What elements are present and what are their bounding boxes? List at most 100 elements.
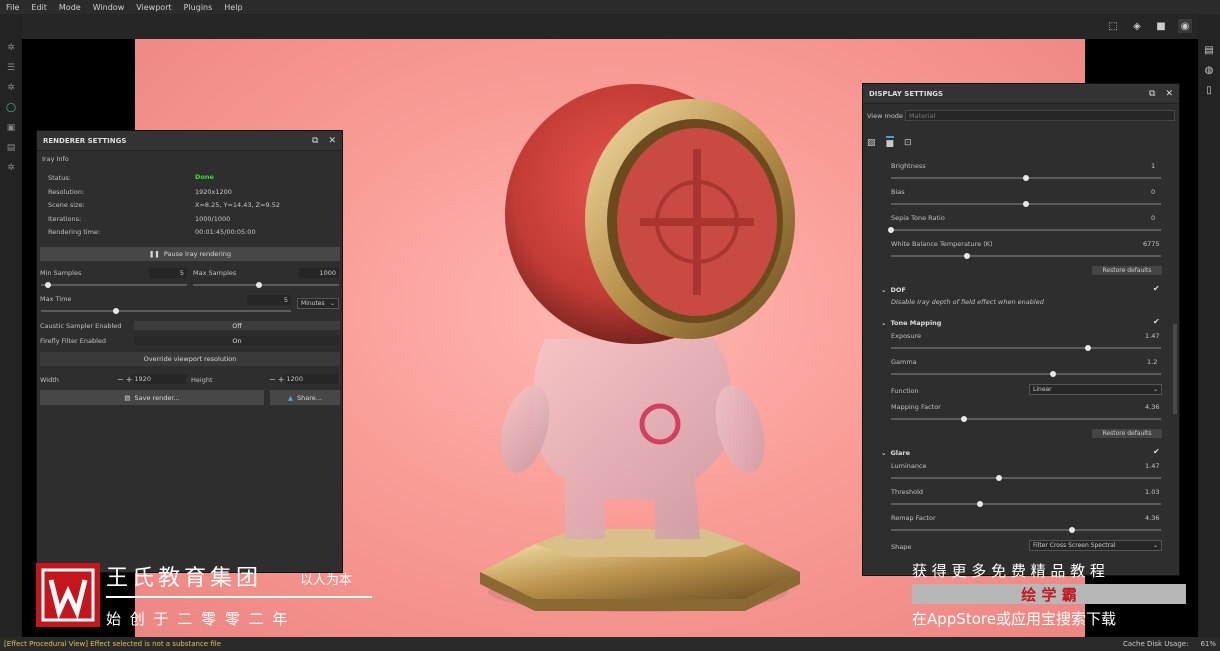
remap-factor-slider[interactable]: [891, 527, 1161, 533]
max-samples-field[interactable]: 1000: [299, 268, 339, 278]
luminance-slider[interactable]: [891, 475, 1161, 481]
dof-checkbox[interactable]: ✔: [1153, 284, 1160, 293]
close-icon[interactable]: ✕: [328, 136, 336, 146]
luminance-label: Luminance: [891, 462, 927, 470]
globe-icon[interactable]: ◍: [1198, 60, 1220, 80]
menu-mode[interactable]: Mode: [53, 3, 87, 12]
panel-list-icon[interactable]: ▤: [1198, 40, 1220, 60]
status-error-message: [Effect Procedural View] Effect selected…: [4, 640, 221, 648]
height-field[interactable]: 1200: [286, 374, 339, 384]
substance-icon[interactable]: ◯: [0, 98, 22, 118]
threshold-knob[interactable]: [977, 501, 984, 507]
renderer-settings-header: RENDERER SETTINGS ⧉ ✕: [37, 131, 342, 151]
save-render-button[interactable]: ▤ Save render...: [40, 390, 264, 405]
max-time-slider[interactable]: [41, 308, 291, 314]
gamma-knob[interactable]: [1050, 371, 1056, 377]
brightness-knob[interactable]: [1023, 175, 1029, 181]
max-time-knob[interactable]: [113, 308, 119, 314]
plus-icon[interactable]: +: [126, 375, 133, 384]
width-stepper[interactable]: − + 1920: [117, 374, 187, 384]
gear-icon[interactable]: ✲: [0, 38, 22, 58]
menu-viewport[interactable]: Viewport: [130, 3, 177, 12]
resolution-label: Resolution:: [48, 188, 85, 196]
scrollbar-thumb[interactable]: [1173, 324, 1177, 414]
close-icon[interactable]: ✕: [1165, 89, 1173, 99]
menu-window[interactable]: Window: [87, 3, 131, 12]
plus-icon[interactable]: +: [278, 375, 285, 384]
undock-icon[interactable]: ⧉: [1149, 89, 1155, 99]
camera-video-icon[interactable]: ■: [1154, 19, 1168, 33]
mapping-factor-knob[interactable]: [960, 416, 967, 422]
minus-icon[interactable]: −: [269, 375, 276, 384]
restore-defaults-button[interactable]: Restore defaults: [1092, 266, 1162, 275]
function-value: Linear: [1033, 386, 1052, 393]
firefly-toggle[interactable]: On: [134, 336, 340, 345]
bias-slider[interactable]: [891, 201, 1161, 207]
override-resolution-button[interactable]: Override viewport resolution: [40, 352, 340, 366]
min-samples-knob[interactable]: [45, 282, 52, 288]
exposure-label: Exposure: [891, 332, 922, 340]
dof-section[interactable]: ⌄ DOF: [881, 286, 906, 294]
max-time-field[interactable]: 5: [247, 295, 291, 305]
min-samples-field[interactable]: 5: [149, 268, 187, 278]
gamma-slider[interactable]: [891, 371, 1161, 377]
document-icon[interactable]: ▤: [0, 138, 22, 158]
luminance-knob[interactable]: [996, 475, 1002, 481]
crop-icon[interactable]: ⊡: [904, 138, 912, 148]
share-button[interactable]: ▲ Share...: [270, 390, 340, 405]
min-samples-slider[interactable]: [41, 282, 187, 288]
sepia-slider[interactable]: [888, 227, 1161, 233]
tone-mapping-checkbox[interactable]: ✔: [1153, 317, 1160, 326]
exposure-knob[interactable]: [1085, 345, 1092, 351]
max-samples-knob[interactable]: [255, 282, 262, 288]
bias-knob[interactable]: [1023, 201, 1029, 207]
glare-section[interactable]: ⌄ Glare: [881, 449, 910, 457]
iterations-label: Iterations:: [48, 215, 82, 223]
glare-checkbox[interactable]: ✔: [1153, 447, 1160, 456]
camera-icon[interactable]: ■: [885, 136, 895, 149]
settings-icon[interactable]: ✲: [0, 78, 22, 98]
minus-icon[interactable]: −: [117, 375, 124, 384]
layers-icon[interactable]: ☰: [0, 58, 22, 78]
company-name: 王氏教育集团: [106, 566, 263, 591]
screenshot-camera-icon[interactable]: ◉: [1178, 19, 1192, 33]
sepia-knob[interactable]: [888, 227, 894, 233]
menu-edit[interactable]: Edit: [25, 3, 53, 12]
save-icon: ▤: [124, 393, 131, 402]
threshold-slider[interactable]: [891, 501, 1161, 507]
bias-value: 0: [1151, 188, 1156, 196]
tone-mapping-section[interactable]: ⌄ Tone Mapping: [881, 319, 941, 327]
menu-plugins[interactable]: Plugins: [178, 3, 219, 12]
time-unit-select[interactable]: Minutes ⌄: [297, 298, 339, 309]
function-select[interactable]: Linear ⌄: [1029, 384, 1162, 395]
remap-factor-knob[interactable]: [1068, 527, 1075, 533]
environment-image-icon[interactable]: ▨: [867, 138, 876, 148]
notes-icon[interactable]: ▯: [1198, 80, 1220, 100]
cube-icon[interactable]: ◈: [1130, 19, 1144, 33]
menu-file[interactable]: File: [0, 3, 25, 12]
max-samples-slider[interactable]: [193, 282, 339, 288]
width-field[interactable]: 1920: [134, 374, 187, 384]
exposure-slider[interactable]: [891, 345, 1161, 351]
mapping-factor-slider[interactable]: [891, 416, 1161, 422]
display-settings-panel: DISPLAY SETTINGS ⧉ ✕ View mode Material ▨…: [862, 83, 1180, 576]
menu-help[interactable]: Help: [218, 3, 248, 12]
cog-icon[interactable]: ✲: [0, 158, 22, 178]
restore-defaults-button[interactable]: Restore defaults: [1092, 429, 1162, 438]
white-balance-slider[interactable]: [891, 253, 1161, 259]
shape-select[interactable]: Filter Cross Screen Spectral ⌄: [1029, 540, 1162, 551]
pause-iray-button[interactable]: ❚❚ Pause Iray rendering: [40, 247, 340, 261]
display-settings-header: DISPLAY SETTINGS ⧉ ✕: [863, 84, 1179, 104]
display-settings-title: DISPLAY SETTINGS: [869, 89, 944, 98]
caustic-toggle[interactable]: Off: [134, 321, 340, 330]
view-mode-field[interactable]: Material: [905, 110, 1175, 121]
status-label: Status:: [48, 174, 71, 182]
white-balance-knob[interactable]: [963, 253, 970, 259]
frame-icon[interactable]: ⬚: [1106, 19, 1120, 33]
photoshop-icon[interactable]: ▣: [0, 118, 22, 138]
undock-icon[interactable]: ⧉: [312, 136, 318, 146]
height-stepper[interactable]: − + 1200: [269, 374, 339, 384]
brightness-slider[interactable]: [891, 175, 1161, 181]
function-label: Function: [891, 387, 919, 395]
menu-bar: File Edit Mode Window Viewport Plugins H…: [0, 0, 1220, 14]
